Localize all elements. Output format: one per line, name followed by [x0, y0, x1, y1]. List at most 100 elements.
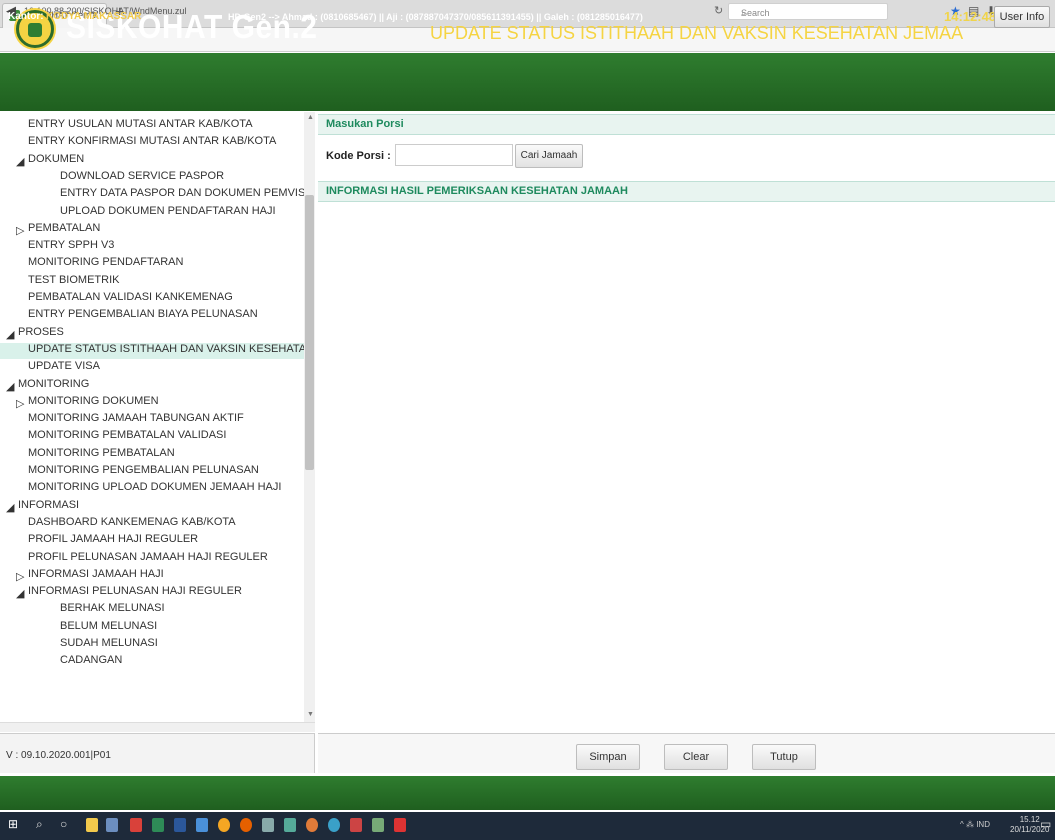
sidebar-horizontal-scrollbar[interactable] [0, 722, 315, 732]
cortana-icon[interactable]: ○ [60, 817, 67, 831]
sidebar-item[interactable]: ENTRY KONFIRMASI MUTASI ANTAR KAB/KOTA [28, 135, 276, 147]
collapsed-arrow-icon[interactable]: ▷ [16, 397, 24, 410]
expanded-arrow-icon[interactable]: ◢ [16, 587, 24, 600]
sidebar-item[interactable]: INFORMASI PELUNASAN HAJI REGULER [28, 585, 242, 597]
sidebar-item[interactable]: ENTRY PENGEMBALIAN BIAYA PELUNASAN [28, 308, 258, 320]
sidebar-item[interactable]: INFORMASI JAMAAH HAJI [28, 568, 164, 580]
chrome-icon[interactable] [218, 818, 230, 832]
search-taskbar-icon[interactable]: ⌕ [36, 817, 43, 832]
sidebar-item-label: MONITORING UPLOAD DOKUMEN JEMAAH HAJI [28, 481, 282, 494]
clear-button[interactable]: Clear [664, 744, 728, 770]
sidebar-item[interactable]: UPDATE VISA [28, 360, 100, 372]
taskbar-app-icon[interactable] [106, 818, 118, 832]
sidebar-item[interactable]: MONITORING PENGEMBALIAN PELUNASAN [28, 464, 259, 476]
taskbar-app-icon[interactable] [328, 818, 340, 832]
sidebar-item-label: CADANGAN [60, 654, 123, 667]
sidebar-item[interactable]: ENTRY DATA PASPOR DAN DOKUMEN PEMVISAAN [60, 187, 315, 200]
system-tray[interactable]: ^ ⁂ IND [960, 820, 990, 829]
taskbar-app-icon[interactable] [284, 818, 296, 832]
sidebar-item[interactable]: PEMBATALAN VALIDASI KANKEMENAG [28, 291, 233, 303]
taskbar-app-icon[interactable] [394, 818, 406, 832]
taskbar-app-icon[interactable] [372, 818, 384, 832]
sidebar-scroll-thumb[interactable] [305, 195, 314, 470]
sidebar-item-label: ENTRY USULAN MUTASI ANTAR KAB/KOTA [28, 118, 253, 130]
status-bar [0, 776, 1055, 810]
sidebar-item[interactable]: SUDAH MELUNASI [60, 637, 158, 649]
sidebar-item-label: INFORMASI [18, 498, 80, 511]
notification-icon[interactable]: ▭ [1040, 817, 1051, 831]
collapsed-arrow-icon[interactable]: ▷ [16, 570, 24, 583]
sidebar-item-label: INFORMASI PELUNASAN HAJI REGULER [28, 585, 242, 598]
sidebar-item[interactable]: CADANGAN [60, 654, 122, 666]
clock: 14:12:48 [944, 9, 997, 24]
file-explorer-icon[interactable] [86, 818, 98, 832]
sidebar-item-label: ENTRY PENGEMBALIAN BIAYA PELUNASAN [28, 308, 258, 321]
section-title: Masukan Porsi [326, 118, 404, 130]
sidebar-item[interactable]: BELUM MELUNASI [60, 620, 157, 632]
sidebar-item[interactable]: PROSES [18, 326, 64, 338]
search-input[interactable]: ⌕ Search [728, 3, 888, 20]
page-title: UPDATE STATUS ISTITHAAH DAN VAKSIN KESEH… [430, 23, 964, 43]
sidebar-item[interactable]: PROFIL PELUNASAN JAMAAH HAJI REGULER [28, 551, 268, 563]
sidebar-item[interactable]: PROFIL JAMAAH HAJI REGULER [28, 533, 198, 545]
sidebar-item[interactable]: BERHAK MELUNASI [60, 602, 165, 614]
version-panel: V : 09.10.2020.001|P01 [0, 733, 315, 773]
cari-jamaah-button[interactable]: Cari Jamaah [515, 144, 583, 168]
sidebar-item[interactable]: MONITORING JAMAAH TABUNGAN AKTIF [28, 412, 244, 424]
collapsed-arrow-icon[interactable]: ▷ [16, 224, 24, 237]
expanded-arrow-icon[interactable]: ◢ [16, 155, 24, 168]
main-panel [318, 112, 1055, 732]
sidebar-item[interactable]: INFORMASI [18, 499, 79, 511]
section-title: INFORMASI HASIL PEMERIKSAAN KESEHATAN JA… [326, 185, 628, 197]
sidebar-item-label: ENTRY SPPH V3 [28, 239, 115, 252]
sidebar-item-label: DOKUMEN [28, 152, 85, 165]
expanded-arrow-icon[interactable]: ◢ [6, 501, 14, 514]
firefox-icon[interactable] [240, 818, 252, 832]
sidebar-item[interactable]: MONITORING DOKUMEN [28, 395, 159, 407]
sidebar-item-label: MONITORING PEMBATALAN VALIDASI [28, 429, 227, 442]
sidebar-item[interactable]: MONITORING PEMBATALAN [28, 447, 175, 459]
helpdesk-info: HD Gen2 --> Ahmad : (0810685467) || Aji … [228, 12, 643, 22]
expanded-arrow-icon[interactable]: ◢ [6, 380, 14, 393]
simpan-button[interactable]: Simpan [576, 744, 640, 770]
section-header-masukan-porsi: Masukan Porsi [318, 114, 1055, 135]
expanded-arrow-icon[interactable]: ◢ [6, 328, 14, 341]
sidebar-item-label: DOWNLOAD SERVICE PASPOR [60, 169, 225, 182]
sidebar-item-label: MONITORING PENDAFTARAN [28, 256, 184, 269]
sidebar-item[interactable]: DOWNLOAD SERVICE PASPOR [60, 170, 224, 182]
sidebar-item[interactable]: TEST BIOMETRIK [28, 274, 119, 286]
sidebar-item-label: PEMBATALAN [28, 221, 101, 234]
sidebar-item[interactable]: MONITORING PENDAFTARAN [28, 256, 183, 268]
sidebar-item[interactable]: UPLOAD DOKUMEN PENDAFTARAN HAJI [60, 205, 276, 217]
sidebar-item-label: MONITORING [18, 377, 90, 390]
sidebar-item-label: MONITORING PENGEMBALIAN PELUNASAN [28, 464, 259, 476]
user-info-button[interactable]: User Info [994, 6, 1050, 28]
pdf-reader-icon[interactable] [130, 818, 142, 832]
sidebar-item[interactable]: DOKUMEN [28, 153, 84, 165]
taskbar-app-icon[interactable] [262, 818, 274, 832]
sidebar-item-label: ENTRY DATA PASPOR DAN DOKUMEN PEMVISAAN [60, 187, 315, 200]
scroll-down-icon[interactable]: ▼ [307, 711, 314, 718]
sidebar-item[interactable]: PEMBATALAN [28, 222, 100, 234]
excel-icon[interactable] [152, 818, 164, 832]
sidebar-item[interactable]: UPDATE STATUS ISTITHAAH DAN VAKSIN KESEH… [0, 342, 314, 359]
tutup-button[interactable]: Tutup [752, 744, 816, 770]
sidebar-item[interactable]: ENTRY SPPH V3 [28, 239, 114, 251]
kode-porsi-input[interactable] [395, 144, 513, 166]
taskbar-app-icon[interactable] [196, 818, 208, 832]
section-header-informasi: INFORMASI HASIL PEMERIKSAAN KESEHATAN JA… [318, 181, 1055, 202]
sidebar-item-label: BERHAK MELUNASI [60, 602, 165, 615]
scroll-up-icon[interactable]: ▲ [307, 114, 314, 121]
windows-start-icon[interactable]: ⊞ [8, 817, 18, 831]
sidebar-item[interactable]: MONITORING [18, 378, 89, 390]
sidebar-item[interactable]: MONITORING PEMBATALAN VALIDASI [28, 429, 226, 441]
sidebar-item[interactable]: MONITORING UPLOAD DOKUMEN JEMAAH HAJI [28, 481, 281, 493]
sidebar-item-label: ENTRY KONFIRMASI MUTASI ANTAR KAB/KOTA [28, 135, 277, 148]
sidebar-item[interactable]: DASHBOARD KANKEMENAG KAB/KOTA [28, 516, 236, 528]
taskbar-app-icon[interactable] [350, 818, 362, 832]
sidebar-item-label: MONITORING DOKUMEN [28, 394, 159, 407]
sidebar-item[interactable]: ENTRY USULAN MUTASI ANTAR KAB/KOTA [28, 118, 253, 130]
word-icon[interactable] [174, 818, 186, 832]
taskbar-app-icon[interactable] [306, 818, 318, 832]
reload-icon[interactable]: ↻ [714, 4, 723, 17]
